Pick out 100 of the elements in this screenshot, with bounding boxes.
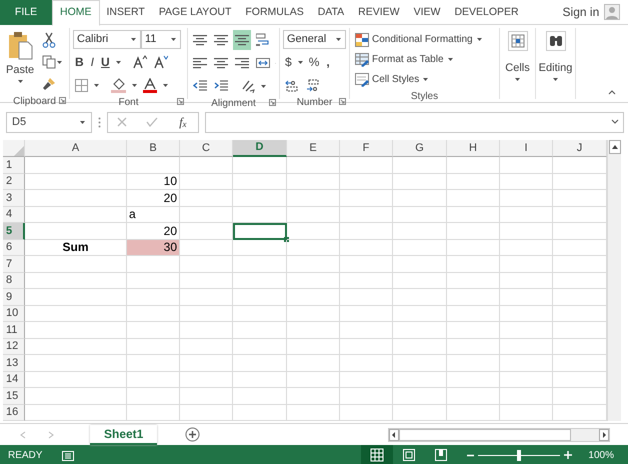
sheet-tab[interactable]: Sheet1 bbox=[90, 424, 158, 444]
table-cell bbox=[553, 322, 607, 338]
row-header[interactable]: 13 bbox=[3, 355, 25, 372]
macro-record-icon[interactable] bbox=[62, 449, 74, 461]
page-layout-view-icon bbox=[402, 448, 416, 462]
table-cell bbox=[393, 322, 447, 338]
ribbon-tab[interactable]: DATA bbox=[310, 0, 352, 25]
column-header[interactable]: D bbox=[233, 140, 287, 157]
underline-button[interactable]: U bbox=[99, 52, 112, 72]
scroll-right-icon[interactable] bbox=[599, 428, 609, 440]
scrollbar-thumb[interactable] bbox=[399, 428, 571, 440]
column-header[interactable]: E bbox=[287, 140, 340, 157]
collapse-ribbon-icon[interactable] bbox=[608, 89, 616, 95]
font-name-dropdown[interactable]: Calibri bbox=[73, 30, 141, 49]
paste-button[interactable]: Paste bbox=[3, 28, 38, 86]
grip-icon bbox=[98, 116, 101, 128]
column-header[interactable]: C bbox=[180, 140, 233, 157]
scroll-up-icon[interactable] bbox=[608, 140, 620, 154]
table-brush-icon bbox=[355, 72, 369, 86]
ribbon-tab[interactable]: VIEW bbox=[406, 0, 448, 25]
fill-handle-icon[interactable] bbox=[284, 236, 289, 242]
row-header[interactable]: 1 bbox=[3, 157, 25, 174]
vertical-scrollbar[interactable] bbox=[607, 140, 621, 421]
scroll-left-icon[interactable] bbox=[389, 428, 399, 440]
zoom-slider-thumb[interactable] bbox=[517, 450, 522, 460]
horizontal-scrollbar[interactable] bbox=[388, 428, 610, 442]
row-header[interactable]: 15 bbox=[3, 388, 25, 404]
table-cell bbox=[500, 289, 553, 306]
row-header[interactable]: 10 bbox=[3, 306, 25, 322]
formula-input[interactable] bbox=[205, 112, 624, 132]
normal-view-button[interactable] bbox=[361, 445, 394, 464]
row-header[interactable]: 9 bbox=[3, 289, 25, 306]
row-header[interactable]: 11 bbox=[3, 322, 25, 338]
column-header[interactable]: J bbox=[553, 140, 607, 157]
dialog-launcher-icon[interactable] bbox=[177, 98, 184, 105]
row-header[interactable]: 8 bbox=[3, 272, 25, 289]
align-center-icon bbox=[214, 56, 228, 70]
bottom-align-button[interactable] bbox=[233, 30, 251, 50]
zoom-level[interactable]: 100% bbox=[588, 448, 614, 462]
name-box[interactable]: D5 bbox=[6, 112, 92, 132]
dialog-launcher-icon[interactable] bbox=[339, 98, 346, 105]
number-format-dropdown[interactable]: General bbox=[283, 30, 346, 49]
column-header[interactable]: I bbox=[500, 140, 553, 157]
row-header[interactable]: 6 bbox=[3, 240, 25, 256]
column-header[interactable]: B bbox=[127, 140, 180, 157]
ribbon-menu-button[interactable]: Cells bbox=[500, 28, 535, 88]
table-cell bbox=[500, 157, 553, 174]
active-cell[interactable] bbox=[233, 223, 287, 240]
table-cell bbox=[393, 240, 447, 256]
table-cell bbox=[553, 404, 607, 421]
column-header[interactable]: H bbox=[447, 140, 500, 157]
italic-button[interactable]: I bbox=[88, 52, 96, 72]
ribbon-tab[interactable]: REVIEW bbox=[351, 0, 407, 25]
style-menu-button[interactable]: Conditional Formatting bbox=[353, 30, 485, 49]
row-header[interactable]: 7 bbox=[3, 256, 25, 272]
expand-icon[interactable] bbox=[611, 119, 619, 125]
table-cell bbox=[393, 289, 447, 306]
row-header[interactable]: 3 bbox=[3, 190, 25, 206]
table-cell bbox=[393, 355, 447, 372]
add-sheet-icon[interactable] bbox=[185, 427, 200, 442]
ribbon-menu-button[interactable]: Editing bbox=[536, 28, 575, 88]
ribbon-tab[interactable]: HOME bbox=[52, 0, 100, 26]
row-header[interactable]: 4 bbox=[3, 206, 25, 223]
merge-cells-icon bbox=[256, 56, 270, 70]
dialog-launcher-icon[interactable] bbox=[59, 97, 66, 104]
insert-function-button[interactable]: f$_{x}$ bbox=[177, 112, 189, 132]
comma-button[interactable]: , bbox=[324, 52, 332, 72]
column-header[interactable]: A bbox=[25, 140, 127, 157]
table-cell bbox=[553, 355, 607, 372]
sign-in-link[interactable]: Sign in bbox=[562, 0, 600, 25]
page-break-view-icon bbox=[434, 448, 448, 462]
currency-button[interactable]: $ bbox=[283, 52, 294, 72]
font-size-dropdown[interactable]: 11 bbox=[141, 30, 181, 49]
table-cell bbox=[233, 174, 287, 190]
check-icon[interactable] bbox=[146, 117, 158, 127]
table-cell bbox=[233, 404, 287, 421]
ribbon-tab[interactable]: INSERT bbox=[100, 0, 152, 25]
ribbon-tab[interactable]: DEVELOPER bbox=[447, 0, 526, 25]
table-cell bbox=[127, 306, 180, 322]
table-cell bbox=[287, 206, 340, 223]
style-menu-button[interactable]: Format as Table bbox=[353, 50, 456, 69]
row-header[interactable]: 16 bbox=[3, 404, 25, 421]
font-color-button[interactable] bbox=[141, 75, 159, 95]
dialog-launcher-icon[interactable] bbox=[269, 99, 276, 106]
row-header[interactable]: 12 bbox=[3, 338, 25, 355]
row-header[interactable]: 14 bbox=[3, 372, 25, 388]
ribbon-tab[interactable]: FORMULAS bbox=[238, 0, 311, 25]
zoom-in-icon[interactable] bbox=[564, 451, 572, 459]
file-tab[interactable]: FILE bbox=[0, 0, 52, 25]
table-cell bbox=[553, 289, 607, 306]
group-label: Clipboard bbox=[13, 96, 56, 107]
style-menu-button[interactable]: Cell Styles bbox=[353, 70, 432, 89]
column-header[interactable]: F bbox=[340, 140, 393, 157]
ribbon-tab[interactable]: PAGE LAYOUT bbox=[152, 0, 238, 25]
column-header[interactable]: G bbox=[393, 140, 447, 157]
percent-button[interactable]: % bbox=[306, 52, 322, 72]
table-cell bbox=[340, 289, 393, 306]
row-header[interactable]: 5 bbox=[3, 223, 25, 240]
row-header[interactable]: 2 bbox=[3, 174, 25, 190]
bold-button[interactable]: B bbox=[73, 52, 86, 72]
